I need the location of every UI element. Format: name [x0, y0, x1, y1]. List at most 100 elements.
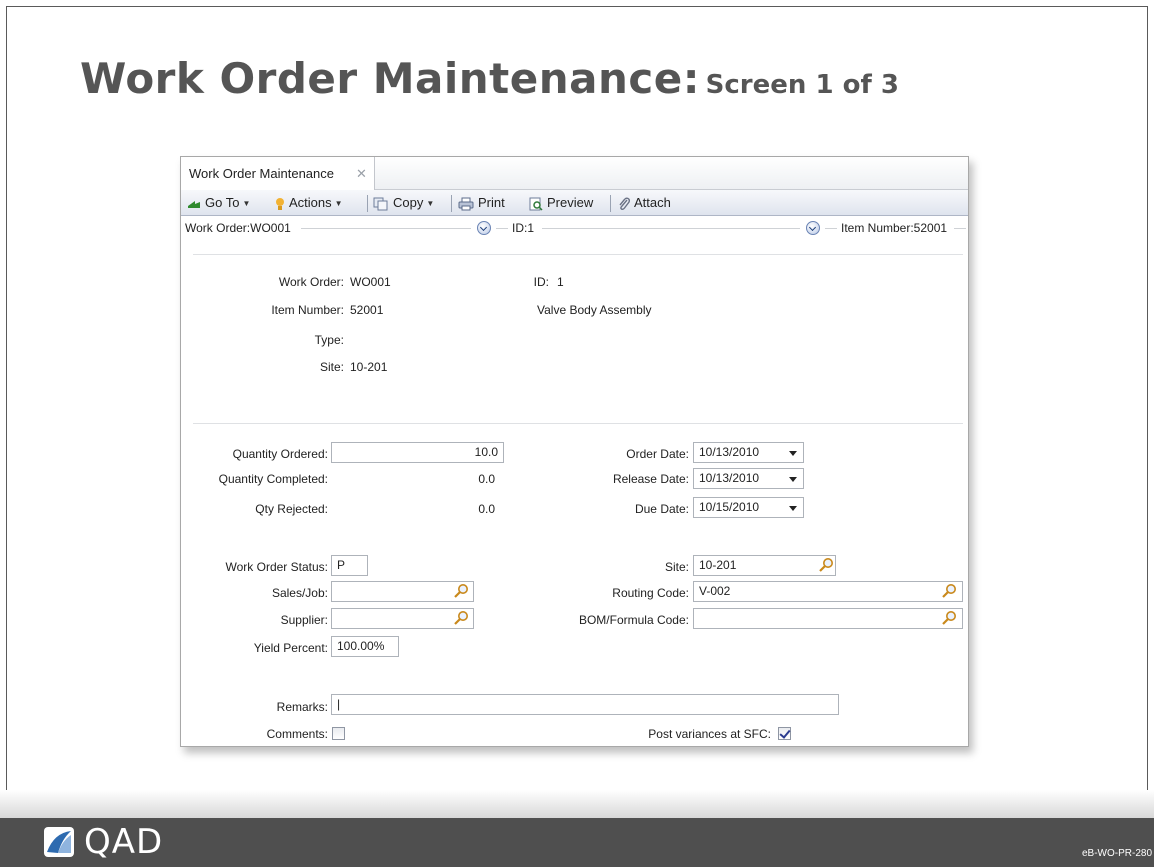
attach-button[interactable]: Attach — [618, 194, 671, 212]
preview-button[interactable]: Preview — [529, 194, 593, 212]
order-date-label: Order Date: — [626, 447, 689, 461]
search-icon[interactable] — [818, 557, 834, 573]
bom-formula-code-label: BOM/Formula Code: — [578, 613, 689, 627]
crumb-item-number: Item Number:52001 — [841, 221, 948, 235]
id-value: 1 — [557, 275, 564, 289]
slide-code: eB-WO-PR-280 — [1081, 848, 1152, 859]
search-icon[interactable] — [941, 583, 957, 599]
goto-button[interactable]: Go To ▼ — [187, 194, 250, 212]
remarks-label: Remarks: — [276, 700, 328, 714]
expand-id-icon[interactable] — [806, 221, 820, 235]
attach-label: Attach — [634, 195, 671, 210]
qad-logo: QAD — [44, 822, 164, 862]
yield-percent-field[interactable]: 100.00% — [331, 636, 399, 657]
order-date-picker[interactable]: 10/13/2010 — [693, 442, 804, 463]
goto-arrow-icon — [188, 200, 200, 208]
tab-label: Work Order Maintenance — [189, 166, 334, 181]
chevron-down-icon: ▼ — [426, 198, 435, 208]
qad-logo-text: QAD — [84, 822, 164, 862]
close-icon[interactable]: ✕ — [356, 157, 367, 190]
routing-code-field[interactable]: V-002 — [693, 581, 963, 602]
slide-title: Work Order Maintenance: Screen 1 of 3 — [80, 54, 899, 103]
footer-shade — [0, 790, 1154, 818]
footer-bar — [0, 818, 1154, 867]
release-date-value: 10/13/2010 — [699, 471, 760, 485]
search-icon[interactable] — [941, 610, 957, 626]
order-date-value: 10/13/2010 — [699, 445, 760, 459]
post-variances-checkbox[interactable] — [778, 727, 791, 740]
copy-label: Copy — [393, 195, 424, 210]
dropdown-arrow-icon[interactable] — [789, 451, 797, 456]
toolbar-separator — [610, 195, 611, 212]
due-date-value: 10/15/2010 — [699, 500, 760, 514]
toolbar-separator — [451, 195, 452, 212]
work-order-status-label: Work Order Status: — [225, 560, 328, 574]
comments-label: Comments: — [266, 727, 328, 741]
release-date-picker[interactable]: 10/13/2010 — [693, 468, 804, 489]
work-order-value: WO001 — [350, 275, 391, 289]
chevron-down-icon: ▼ — [242, 198, 251, 208]
crumb-divider — [301, 228, 471, 229]
preview-label: Preview — [547, 195, 594, 210]
quantity-ordered-label: Quantity Ordered: — [232, 447, 328, 461]
remarks-field[interactable]: | — [331, 694, 839, 715]
quantity-completed-value: 0.0 — [478, 472, 495, 486]
supplier-label: Supplier: — [280, 613, 328, 627]
tab-work-order-maintenance[interactable]: Work Order Maintenance ✕ — [181, 157, 375, 190]
work-order-status-field[interactable]: P — [331, 555, 368, 576]
crumb-divider — [496, 228, 508, 229]
copy-button[interactable]: Copy ▼ — [373, 194, 434, 212]
site-label: Site: — [319, 360, 344, 374]
yield-percent-label: Yield Percent: — [253, 641, 328, 655]
actions-label: Actions — [289, 195, 332, 210]
section-divider — [193, 423, 963, 424]
sales-job-label: Sales/Job: — [271, 586, 328, 600]
paperclip-icon — [619, 197, 630, 210]
quantity-ordered-field[interactable]: 10.0 — [331, 442, 504, 463]
search-icon[interactable] — [453, 583, 469, 599]
item-description: Valve Body Assembly — [537, 303, 652, 317]
item-number-value: 52001 — [350, 303, 384, 317]
site-value: 10-201 — [350, 360, 388, 374]
bom-formula-code-field[interactable] — [693, 608, 963, 629]
site-field-label: Site: — [664, 560, 689, 574]
qty-rejected-value: 0.0 — [478, 502, 495, 516]
slide-title-sub: Screen 1 of 3 — [705, 70, 899, 100]
site-field[interactable]: 10-201 — [693, 555, 836, 576]
copy-icon — [373, 197, 388, 211]
chevron-down-icon: ▼ — [334, 198, 343, 208]
release-date-label: Release Date: — [612, 472, 689, 486]
header-top-divider — [193, 254, 963, 255]
crumb-work-order: Work Order:WO001 — [185, 221, 291, 235]
due-date-label: Due Date: — [634, 502, 689, 516]
slide-title-main: Work Order Maintenance: — [80, 54, 701, 103]
due-date-picker[interactable]: 10/15/2010 — [693, 497, 804, 518]
search-icon[interactable] — [453, 610, 469, 626]
comments-checkbox[interactable] — [332, 727, 345, 740]
toolbar: Go To ▼ Actions ▼ Copy ▼ Print Preview Atta… — [181, 190, 968, 216]
printer-icon — [458, 197, 474, 211]
tab-bar: Work Order Maintenance ✕ — [181, 157, 968, 190]
crumb-id: ID:1 — [512, 221, 535, 235]
crumb-divider — [825, 228, 837, 229]
crumb-divider — [542, 228, 800, 229]
quantity-completed-label: Quantity Completed: — [218, 472, 328, 486]
print-button[interactable]: Print — [458, 194, 505, 212]
goto-label: Go To — [205, 195, 240, 210]
expand-work-order-icon[interactable] — [477, 221, 491, 235]
work-order-window: Work Order Maintenance ✕ Go To ▼ Actions ▼… — [180, 156, 969, 747]
lightbulb-icon — [276, 197, 284, 210]
preview-icon — [529, 197, 543, 211]
post-variances-label: Post variances at SFC: — [648, 727, 771, 741]
item-number-label: Item Number: — [271, 303, 344, 317]
id-label: ID: — [533, 275, 549, 289]
toolbar-separator — [367, 195, 368, 212]
routing-code-label: Routing Code: — [612, 586, 689, 600]
qad-logo-icon — [44, 827, 74, 857]
print-label: Print — [478, 195, 505, 210]
actions-button[interactable]: Actions ▼ — [275, 194, 343, 212]
qty-rejected-label: Qty Rejected: — [255, 502, 328, 516]
dropdown-arrow-icon[interactable] — [789, 506, 797, 511]
dropdown-arrow-icon[interactable] — [789, 477, 797, 482]
work-order-label: Work Order: — [278, 275, 344, 289]
